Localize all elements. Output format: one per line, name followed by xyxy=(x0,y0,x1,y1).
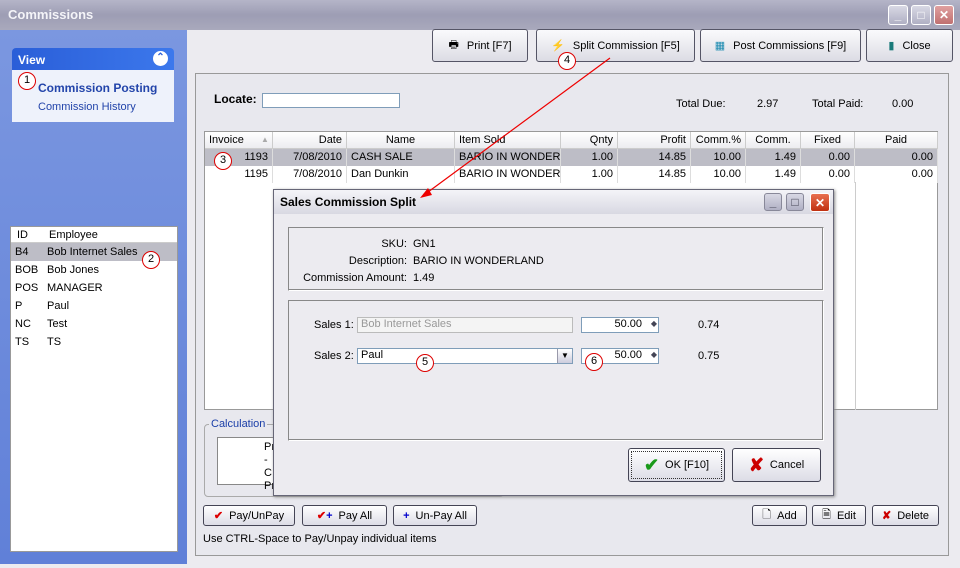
annotation-5: 5 xyxy=(416,354,434,372)
annotation-arrow xyxy=(420,57,611,198)
annotation-1: 1 xyxy=(18,72,36,90)
annotation-3: 3 xyxy=(214,152,232,170)
annotation-6: 6 xyxy=(585,353,603,371)
annotation-4: 4 xyxy=(558,52,576,70)
annotation-2: 2 xyxy=(142,251,160,269)
